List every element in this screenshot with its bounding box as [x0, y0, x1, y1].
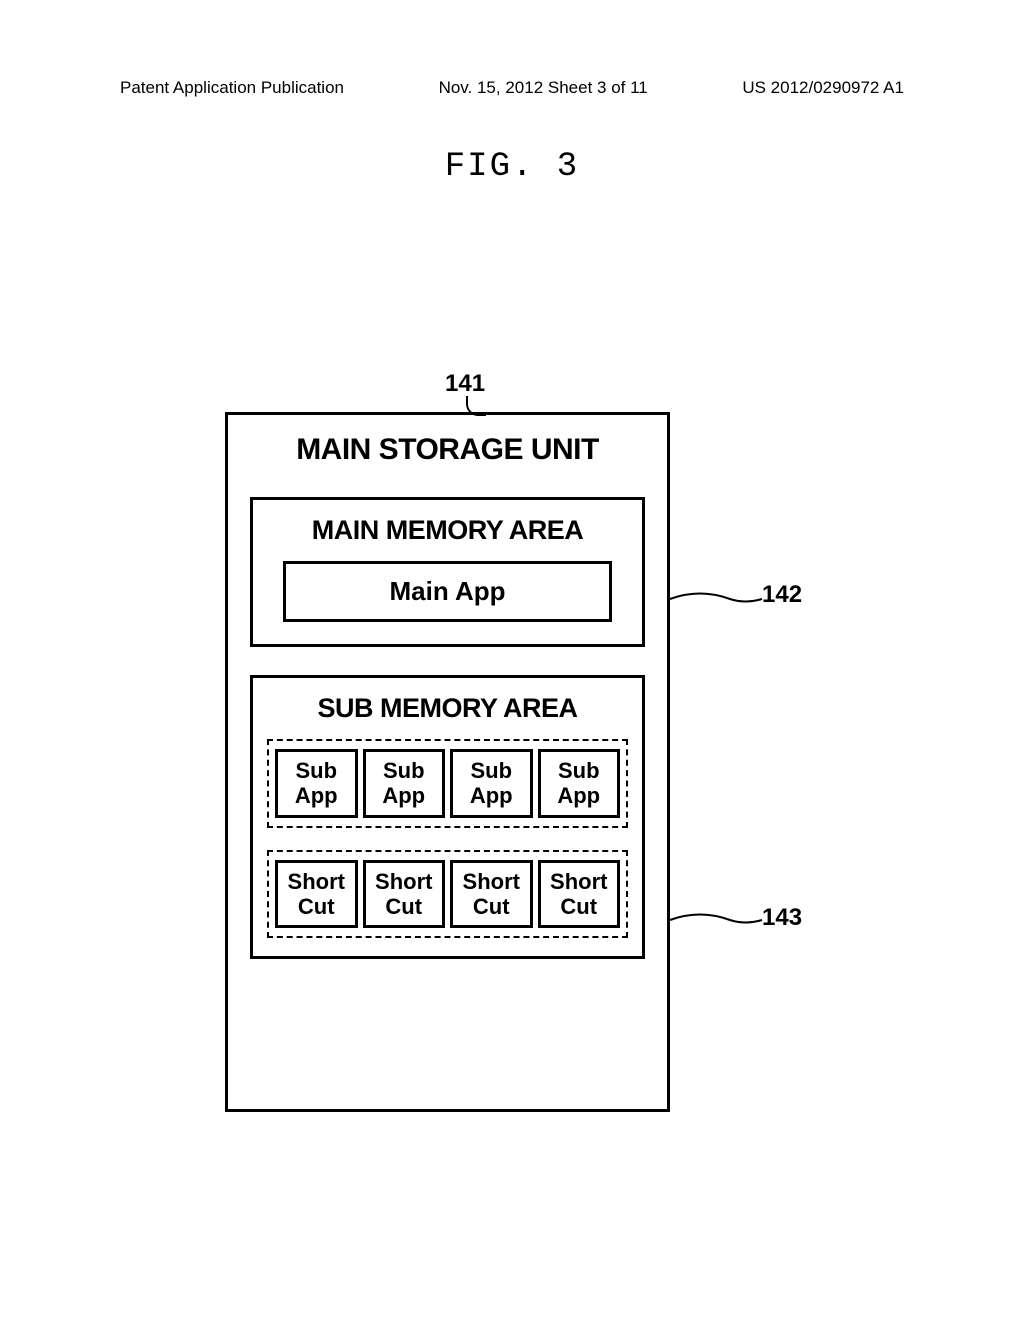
main-memory-title: MAIN MEMORY AREA	[283, 515, 612, 546]
sub-app-box: SubApp	[450, 749, 533, 818]
page-header: Patent Application Publication Nov. 15, …	[0, 78, 1024, 98]
reference-number-141: 141	[445, 370, 485, 398]
header-date-sheet: Nov. 15, 2012 Sheet 3 of 11	[439, 78, 648, 98]
sub-memory-area-box: SUB MEMORY AREA SubApp SubApp SubApp Sub…	[250, 675, 645, 959]
shortcut-box: ShortCut	[363, 860, 446, 929]
shortcuts-group: ShortCut ShortCut ShortCut ShortCut	[267, 850, 628, 939]
main-memory-area-box: MAIN MEMORY AREA Main App	[250, 497, 645, 647]
shortcut-box: ShortCut	[275, 860, 358, 929]
header-patent-number: US 2012/0290972 A1	[742, 78, 904, 98]
reference-number-143: 143	[762, 904, 802, 932]
figure-title: FIG. 3	[0, 148, 1024, 186]
main-app-box: Main App	[283, 561, 612, 622]
header-publication: Patent Application Publication	[120, 78, 344, 98]
shortcut-box: ShortCut	[450, 860, 533, 929]
main-storage-unit-box: MAIN STORAGE UNIT MAIN MEMORY AREA Main …	[225, 412, 670, 1112]
sub-app-box: SubApp	[538, 749, 621, 818]
reference-number-142: 142	[762, 581, 802, 609]
shortcut-box: ShortCut	[538, 860, 621, 929]
sub-memory-title: SUB MEMORY AREA	[267, 693, 628, 724]
sub-apps-group: SubApp SubApp SubApp SubApp	[267, 739, 628, 828]
callout-line-142	[670, 590, 765, 608]
callout-line-143	[670, 911, 765, 929]
sub-app-box: SubApp	[275, 749, 358, 818]
sub-app-box: SubApp	[363, 749, 446, 818]
main-storage-title: MAIN STORAGE UNIT	[250, 433, 645, 467]
